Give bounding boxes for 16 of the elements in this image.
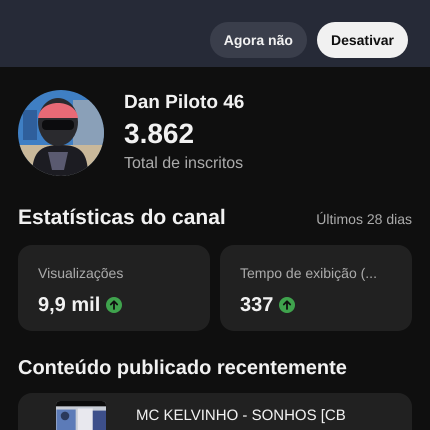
stat-value: 9,9 mil — [38, 292, 100, 318]
dismiss-button[interactable]: Agora não — [210, 22, 307, 58]
stat-card[interactable]: Tempo de exibição (... 337 — [220, 244, 412, 330]
stat-card[interactable]: Visualizações 9,9 mil — [18, 244, 210, 330]
period-label: Últimos 28 dias — [316, 210, 412, 229]
channel-name: Dan Piloto 46 — [124, 91, 244, 115]
section-title: Estatísticas do canal — [18, 205, 226, 231]
deactivate-button[interactable]: Desativar — [316, 22, 408, 58]
content-card[interactable]: MC KELVINHO - SONHOS [CB — [18, 392, 412, 430]
video-title: MC KELVINHO - SONHOS [CB — [136, 406, 346, 424]
subscriber-label: Total de inscritos — [124, 154, 244, 174]
section-title: Conteúdo publicado recentemente — [18, 356, 347, 378]
stat-value: 337 — [240, 292, 274, 318]
stat-label: Visualizações — [38, 264, 124, 283]
stat-label: Tempo de exibição (... — [240, 264, 378, 283]
subscriber-count: 3.862 — [124, 117, 196, 151]
